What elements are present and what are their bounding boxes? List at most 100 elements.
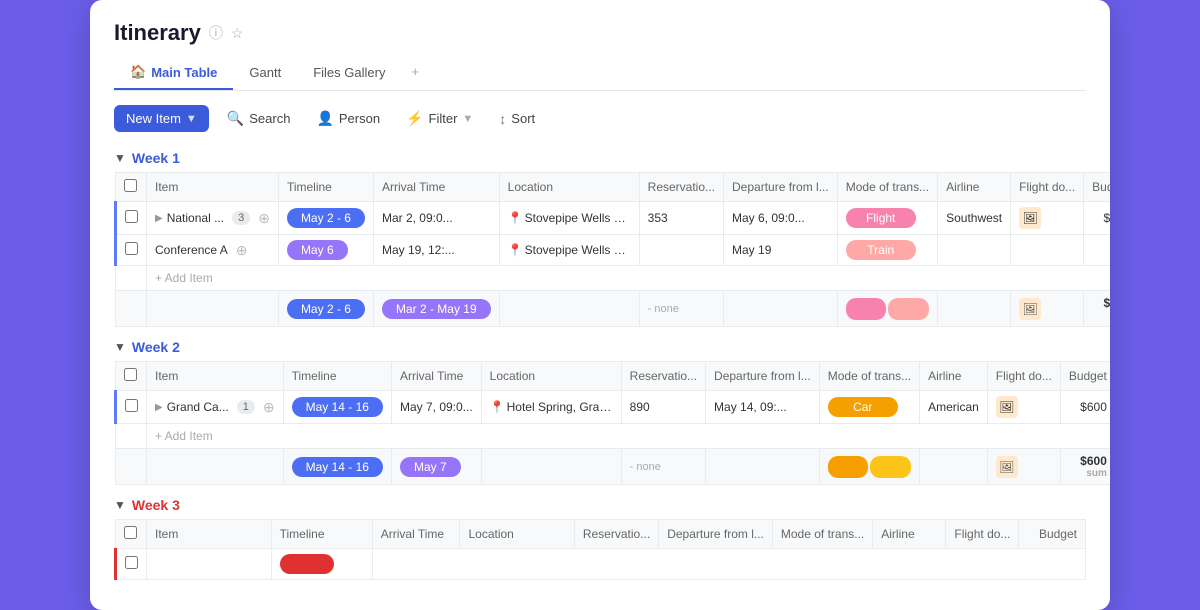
week2-col-checkbox <box>116 362 147 391</box>
row2-add-icon[interactable]: ⊕ <box>236 242 248 259</box>
app-title: Itinerary <box>114 20 201 46</box>
week2-row1-timeline: May 14 - 16 <box>283 391 391 424</box>
week1-header[interactable]: ▼ Week 1 <box>114 150 1086 166</box>
week2-row1-add-icon[interactable]: ⊕ <box>263 399 275 416</box>
week2-row1-loc-dot: 📍 <box>490 400 505 414</box>
week2-row1-reservation: 890 <box>621 391 705 424</box>
row1-budget: $400 <box>1084 202 1110 235</box>
row1-flight-thumbnail[interactable]: 🖼 <box>1019 207 1041 229</box>
app-container: Itinerary ⓘ ☆ 🏠 Main Table Gantt Files G… <box>90 0 1110 610</box>
col-flight-header: Flight do... <box>1011 173 1084 202</box>
week2-summary-row: May 14 - 16 May 7 - none <box>116 449 1111 485</box>
col-location-header: Location <box>499 173 639 202</box>
week2-row1-checkbox[interactable] <box>116 391 147 424</box>
week3-table: Item Timeline Arrival Time Location Rese… <box>114 519 1086 580</box>
col-airline-header: Airline <box>938 173 1011 202</box>
week1-row-2: Conference A ⊕ May 6 May 19, 12:... 📍Sto… <box>116 235 1111 266</box>
col-arrival-header: Arrival Time <box>373 173 499 202</box>
week2-row1-airline: American <box>920 391 988 424</box>
week1-summary-row: May 2 - 6 Mar 2 - May 19 - none <box>116 291 1111 327</box>
row2-location: 📍Stovepipe Wells Vill... <box>499 235 639 266</box>
row2-budget <box>1084 235 1110 266</box>
week1-summary-reservation: - none <box>639 291 723 327</box>
row2-timeline: May 6 <box>278 235 373 266</box>
info-icon[interactable]: ⓘ <box>209 23 223 43</box>
row1-airline: Southwest <box>938 202 1011 235</box>
row2-checkbox[interactable] <box>116 235 147 266</box>
toolbar: New Item ▼ 🔍 Search 👤 Person ⚡ Filter ▼ … <box>114 105 1086 132</box>
week2-row1-budget: $600 <box>1060 391 1110 424</box>
row2-airline <box>938 235 1011 266</box>
row1-add-icon[interactable]: ⊕ <box>258 210 270 227</box>
filter-button[interactable]: ⚡ Filter ▼ <box>398 105 481 132</box>
new-item-dropdown-arrow: ▼ <box>186 113 197 125</box>
week2-summary-reservation: - none <box>621 449 705 485</box>
filter-icon: ⚡ <box>406 110 423 127</box>
row1-departure: May 6, 09:0... <box>724 202 838 235</box>
star-icon[interactable]: ☆ <box>231 25 244 42</box>
week2-header[interactable]: ▼ Week 2 <box>114 339 1086 355</box>
row2-mode: Train <box>837 235 937 266</box>
search-button[interactable]: 🔍 Search <box>219 105 299 132</box>
col-checkbox <box>116 173 147 202</box>
week1-summary-arrival: Mar 2 - May 19 <box>373 291 499 327</box>
week2-row1-arrival: May 7, 09:0... <box>391 391 481 424</box>
tab-main-table[interactable]: 🏠 Main Table <box>114 56 233 90</box>
week2-summary-flight-doc: 🖼 <box>987 449 1060 485</box>
row1-count: 3 <box>232 211 250 225</box>
week1-summary-timeline: May 2 - 6 <box>278 291 373 327</box>
week2-row1-thumbnail[interactable]: 🖼 <box>996 396 1018 418</box>
col-item-header: Item <box>147 173 279 202</box>
week1-summary-mode <box>837 291 937 327</box>
week3-row1-item <box>147 549 272 580</box>
title-row: Itinerary ⓘ ☆ <box>114 20 1086 46</box>
col-budget-header: Budget <box>1084 173 1110 202</box>
row2-flight-doc <box>1011 235 1084 266</box>
week1-add-item-row[interactable]: + Add Item <box>116 266 1111 291</box>
sort-icon: ↕ <box>499 111 506 127</box>
row2-location-dot: 📍 <box>508 243 523 257</box>
row1-flight-doc: 🖼 <box>1011 202 1084 235</box>
new-item-button[interactable]: New Item ▼ <box>114 105 209 132</box>
row1-arrival: Mar 2, 09:0... <box>373 202 499 235</box>
week2-row1-departure: May 14, 09:... <box>706 391 820 424</box>
week2-row1-expand[interactable]: ▶ <box>155 402 163 413</box>
tab-add[interactable]: + <box>401 56 429 90</box>
week2-summary-budget: $600 sum <box>1060 449 1110 485</box>
week1-summary-budget: $400 sum <box>1084 291 1110 327</box>
tab-files-gallery[interactable]: Files Gallery <box>297 56 401 90</box>
search-icon: 🔍 <box>227 110 244 127</box>
week3-row1-timeline <box>271 549 372 580</box>
week2-summary-arrival: May 7 <box>391 449 481 485</box>
row2-reservation <box>639 235 723 266</box>
tab-gantt[interactable]: Gantt <box>233 56 297 90</box>
week2-select-all[interactable] <box>124 368 137 381</box>
week3-header[interactable]: ▼ Week 3 <box>114 497 1086 513</box>
week3-select-all[interactable] <box>124 526 137 539</box>
row1-item: ▶ National ... 3 ⊕ <box>147 202 279 235</box>
week2-row1-location: 📍Hotel Spring, Grand ... <box>481 391 621 424</box>
week1-chevron: ▼ <box>114 151 126 165</box>
row2-departure: May 19 <box>724 235 838 266</box>
week2-section: ▼ Week 2 Item Timeline Arrival Time Loca… <box>114 339 1086 485</box>
week1-add-item-label[interactable]: + Add Item <box>147 266 1111 291</box>
week2-row1-mode: Car <box>819 391 919 424</box>
person-button[interactable]: 👤 Person <box>308 105 388 132</box>
week2-row1-item: ▶ Grand Ca... 1 ⊕ <box>147 391 284 424</box>
week2-add-item-row[interactable]: + Add Item <box>116 424 1111 449</box>
week2-chevron: ▼ <box>114 340 126 354</box>
row1-expand-arrow[interactable]: ▶ <box>155 213 163 224</box>
week2-row-1: ▶ Grand Ca... 1 ⊕ May 14 - 16 May 7, 09:… <box>116 391 1111 424</box>
person-icon: 👤 <box>316 110 333 127</box>
row1-timeline: May 2 - 6 <box>278 202 373 235</box>
sort-button[interactable]: ↕ Sort <box>491 106 543 132</box>
week2-col-headers: Item Timeline Arrival Time Location Rese… <box>116 362 1111 391</box>
select-all-checkbox[interactable] <box>124 179 137 192</box>
week1-table: Item Timeline Arrival Time Location Rese… <box>114 172 1110 327</box>
week3-col-headers: Item Timeline Arrival Time Location Rese… <box>116 520 1086 549</box>
week3-row1-checkbox[interactable] <box>116 549 147 580</box>
row1-checkbox[interactable] <box>116 202 147 235</box>
week2-add-item-label[interactable]: + Add Item <box>147 424 1111 449</box>
row1-location-dot: 📍 <box>508 211 523 225</box>
row1-mode: Flight <box>837 202 937 235</box>
